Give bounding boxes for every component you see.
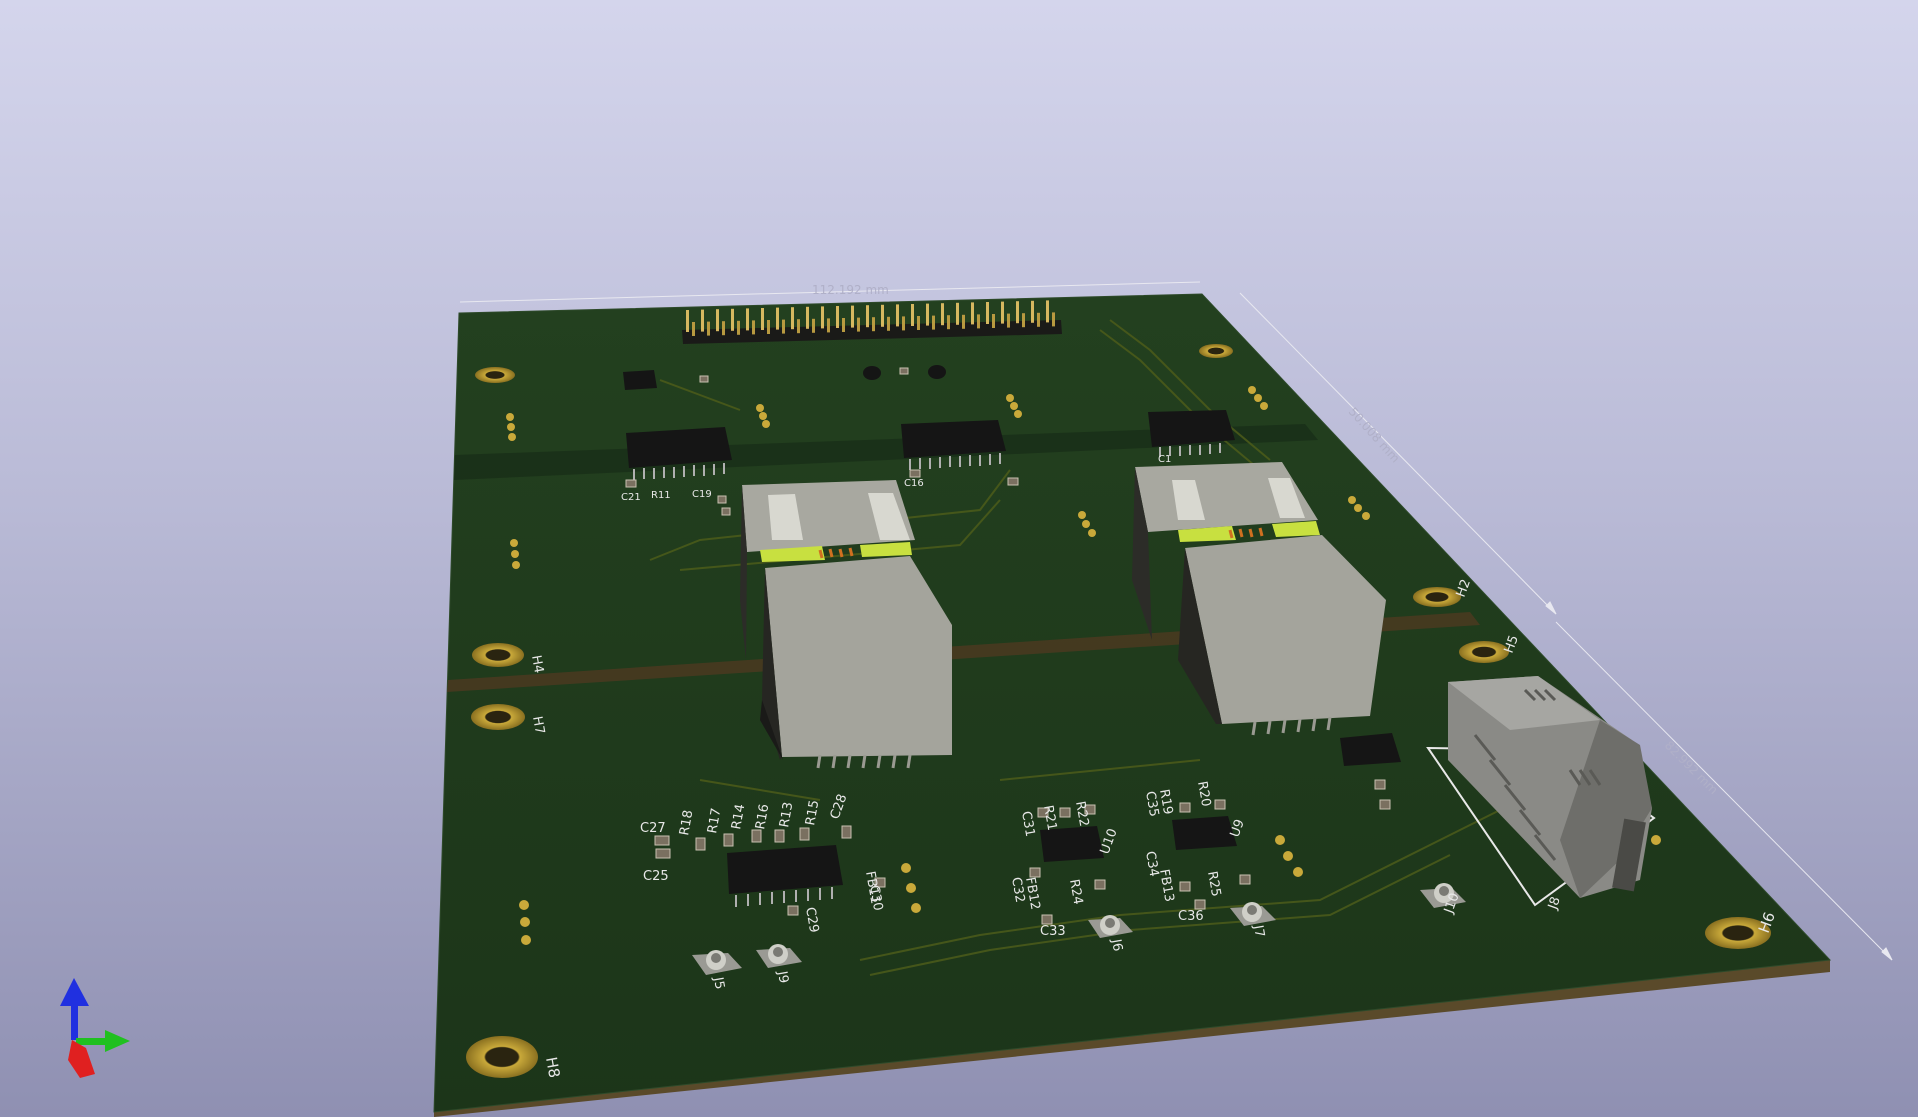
header-pin [752,320,755,335]
header-pin [791,307,794,330]
header-pin [977,314,980,329]
header-pin [896,304,899,327]
header-pin [1016,301,1019,324]
header-pin [842,318,845,332]
header-pin [917,316,920,330]
label-c33: C33 [1040,924,1066,939]
header-pin [767,320,770,334]
header-pin [776,307,779,330]
header-pin [992,314,995,328]
label-c1: C1 [1158,454,1171,465]
label-c19: C19 [692,489,712,500]
header-pin [866,305,869,328]
header-pin [1007,313,1010,328]
header-pin [701,309,704,332]
header-pin [947,315,950,330]
header-pin [761,308,764,330]
pcb-board [433,293,1832,1117]
header-pin [731,308,734,331]
mounting-hole-pad [1199,344,1233,358]
ic-small-top-left [623,370,657,390]
header-pin [926,303,929,326]
header-pin [911,304,914,326]
label-j9: J9 [774,969,791,985]
3d-viewport[interactable]: H8 H6 H4 H7 H5 H2 J5 J9 J6 J7 J10 J8 U9 … [0,0,1918,1117]
header-pin [956,302,959,325]
header-pin [692,322,695,336]
label-c27: C27 [640,821,666,836]
label-j6: J6 [1108,937,1125,953]
ic-u10 [1040,826,1104,862]
mounting-hole-pad [472,643,524,667]
header-pin [827,318,830,333]
label-c36: C36 [1178,909,1204,924]
transistor [863,366,881,380]
header-pin [716,309,719,332]
header-pin [707,321,710,336]
header-pin [782,319,785,334]
label-c21: C21 [621,492,641,503]
dimension-right: 82.992 mm [1662,738,1721,797]
header-pin [836,306,839,328]
label-c25: C25 [643,869,669,884]
mounting-hole-pad [1413,587,1461,607]
label-c16: C16 [904,478,924,489]
header-pin [1031,300,1034,323]
header-pin [986,302,989,324]
pcb-3d-scene: H8 H6 H4 H7 H5 H2 J5 J9 J6 J7 J10 J8 U9 … [60,281,1893,1117]
label-r11: R11 [651,490,671,501]
header-pin [797,319,800,334]
transistor [928,365,946,379]
mounting-hole-pad [466,1036,538,1078]
header-pin [902,316,905,331]
header-pin [686,310,689,332]
header-pin [872,317,875,332]
header-pin [1052,312,1055,327]
header-pin [1046,300,1049,323]
header-pin [746,308,749,331]
mounting-hole-pad [475,367,515,383]
header-pin [812,318,815,333]
header-pin [851,305,854,328]
header-pin [1001,301,1004,324]
ic-u-small-right [1340,733,1401,766]
label-j7: J7 [1250,923,1267,939]
mounting-hole-pad [1459,641,1509,663]
axis-x-arrow [68,1040,95,1078]
header-pin [1037,312,1040,327]
axis-gizmo [60,978,130,1078]
dimension-top: 112.192 mm [812,283,889,297]
header-pin [962,314,965,329]
mounting-hole-pad [471,704,525,730]
header-pin [806,306,809,329]
header-pin [737,320,740,335]
header-pin [722,321,725,336]
axis-z-arrow [60,978,89,1040]
header-pin [932,315,935,330]
header-pin [881,304,884,327]
header-pin [941,303,944,326]
header-pin [857,317,860,332]
label-h7: H7 [529,715,547,735]
header-pin [971,302,974,325]
label-h4: H4 [528,654,546,674]
label-h8: H8 [542,1056,563,1080]
label-j5: J5 [710,975,727,991]
header-pin [1022,313,1025,328]
header-pin [821,306,824,329]
header-pin [887,316,890,331]
